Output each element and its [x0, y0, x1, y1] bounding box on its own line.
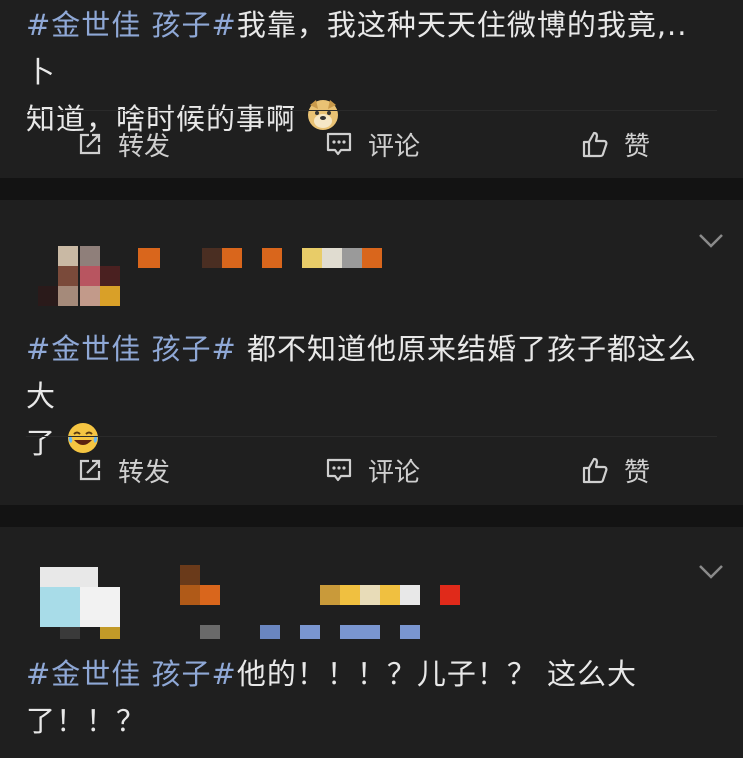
separator [0, 178, 743, 200]
repost-label: 转发 [118, 457, 171, 488]
avatar[interactable] [38, 240, 124, 310]
repost-label: 转发 [118, 131, 171, 162]
thumbs-up-icon [582, 457, 608, 484]
post-card-3: #金世佳 孩子#他的！！！？儿子！？ 这么大 了！！？ [0, 527, 743, 758]
like-label: 赞 [624, 131, 651, 162]
like-button[interactable]: 赞 [580, 114, 650, 174]
username-pixelated[interactable] [176, 565, 466, 645]
post-text: #金世佳 孩子#他的！！！？儿子！？ 这么大 了！！？ [26, 657, 638, 738]
hashtag-link[interactable]: #金世佳 孩子# [26, 332, 237, 366]
repost-icon [79, 133, 101, 155]
thumbs-up-icon [582, 131, 608, 158]
comment-button[interactable]: 评论 [324, 114, 420, 174]
comment-label: 评论 [368, 457, 421, 488]
comment-button[interactable]: 评论 [324, 440, 420, 500]
repost-button[interactable]: 转发 [76, 114, 170, 174]
like-label: 赞 [624, 457, 651, 488]
separator [0, 505, 743, 527]
post-card-2: #金世佳 孩子# 都不知道他原来结婚了孩子都这么大 了 转发 评论 赞 [0, 200, 743, 505]
username-pixelated[interactable] [138, 248, 388, 270]
repost-button[interactable]: 转发 [76, 440, 170, 500]
like-button[interactable]: 赞 [580, 440, 650, 500]
post-card-1: #金世佳 孩子#我靠，我这种天天住微博的我竟,.. 卜 知道，啥时候的事啊 转发… [0, 0, 743, 178]
comment-icon [326, 458, 352, 482]
action-bar: 转发 评论 赞 [0, 440, 743, 500]
chevron-down-icon[interactable] [697, 232, 725, 254]
repost-icon [79, 459, 101, 481]
hashtag-link[interactable]: #金世佳 孩子# [26, 8, 237, 42]
chevron-down-icon[interactable] [697, 563, 725, 585]
action-bar: 转发 评论 赞 [0, 114, 743, 174]
avatar[interactable] [38, 567, 124, 641]
divider [26, 110, 717, 111]
comment-icon [326, 132, 352, 156]
divider [26, 436, 717, 437]
hashtag-link[interactable]: #金世佳 孩子# [26, 657, 237, 691]
comment-label: 评论 [368, 131, 421, 162]
